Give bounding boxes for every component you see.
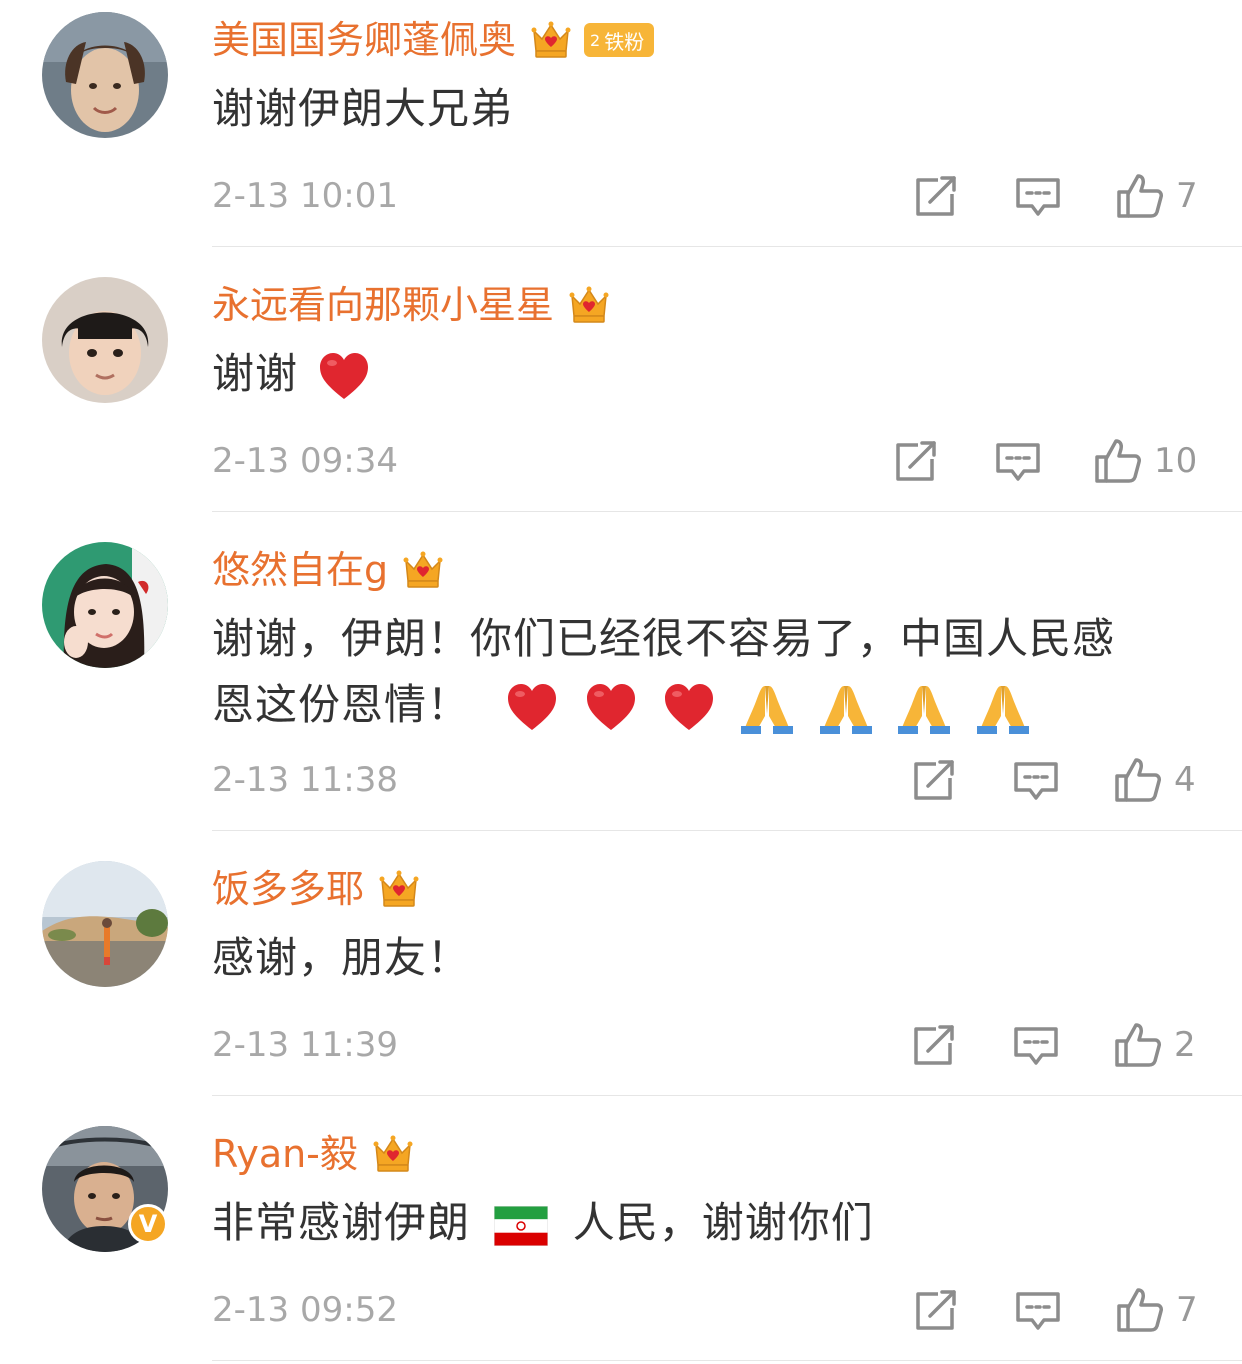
comment-footer: 2-13 11:38 4	[212, 750, 1212, 810]
username[interactable]: 饭多多耶	[212, 863, 364, 915]
comment-text-content: 谢谢	[212, 349, 299, 398]
timestamp: 2-13 10:01	[212, 176, 398, 216]
avatar[interactable]	[42, 542, 168, 668]
thumbs-up-icon	[1094, 437, 1142, 485]
name-row: 美国国务卿蓬佩奥 2 铁粉	[212, 14, 655, 66]
comment-footer: 2-13 11:39 2	[212, 1015, 1212, 1075]
comment-icon[interactable]	[1014, 1286, 1062, 1334]
divider	[212, 1095, 1242, 1096]
member-level: 2	[590, 30, 601, 50]
like-button[interactable]: 4	[1114, 750, 1196, 810]
username[interactable]: 悠然自在g	[212, 544, 388, 596]
thumbs-up-icon	[1114, 1021, 1162, 1069]
like-count: 7	[1176, 176, 1198, 216]
divider	[212, 246, 1242, 247]
like-count: 4	[1174, 760, 1196, 800]
comment-text: 感谢，朋友！	[212, 933, 471, 982]
username[interactable]: 美国国务卿蓬佩奥	[212, 14, 516, 66]
red-heart-emoji-icon	[316, 349, 372, 405]
crown-icon[interactable]	[528, 17, 574, 63]
repost-icon[interactable]	[912, 172, 960, 220]
fan-badge-label: 铁粉	[604, 29, 645, 54]
comment-text: 谢谢	[212, 341, 1202, 407]
comment-footer: 2-13 09:34 10	[212, 431, 1212, 491]
timestamp: 2-13 09:52	[212, 1290, 398, 1330]
like-count: 7	[1176, 1290, 1198, 1330]
red-heart-emoji-icon	[583, 680, 639, 736]
comment-text: 谢谢，伊朗！你们已经很不容易了，中国人民感 恩这份恩情！	[212, 606, 1202, 738]
like-button[interactable]: 10	[1094, 431, 1197, 491]
comment-text: 谢谢伊朗大兄弟	[212, 84, 514, 133]
name-row: 悠然自在g 2	[212, 544, 446, 596]
comment-text-line: 谢谢，伊朗！你们已经很不容易了，中国人民感	[212, 614, 1116, 663]
avatar[interactable]	[42, 861, 168, 987]
like-count: 2	[1174, 1025, 1196, 1065]
verified-badge: V	[128, 1204, 168, 1244]
comment-text-content: 人民，谢谢你们	[572, 1198, 874, 1247]
comment-text: 非常感谢伊朗 人民，谢谢你们	[212, 1190, 1202, 1256]
like-button[interactable]: 7	[1116, 166, 1198, 226]
divider	[212, 511, 1242, 512]
comment-icon[interactable]	[1014, 172, 1062, 220]
repost-icon[interactable]	[910, 1021, 958, 1069]
divider	[212, 830, 1242, 831]
timestamp: 2-13 09:34	[212, 441, 398, 481]
like-button[interactable]: 2	[1114, 1015, 1196, 1075]
red-heart-emoji-icon	[661, 680, 717, 736]
timestamp: 2-13 11:38	[212, 760, 398, 800]
folded-hands-emoji-icon	[896, 680, 952, 736]
folded-hands-emoji-icon	[739, 680, 795, 736]
username[interactable]: Ryan-毅	[212, 1128, 358, 1180]
folded-hands-emoji-icon	[818, 680, 874, 736]
repost-icon[interactable]	[892, 437, 940, 485]
comment-icon[interactable]	[1012, 756, 1060, 804]
name-row: 永远看向那颗小星星 3	[212, 279, 612, 331]
thumbs-up-icon	[1116, 1286, 1164, 1334]
thumbs-up-icon	[1116, 172, 1164, 220]
avatar[interactable]	[42, 12, 168, 138]
name-row: 饭多多耶 1	[212, 863, 422, 915]
folded-hands-emoji-icon	[975, 680, 1031, 736]
username[interactable]: 永远看向那颗小星星	[212, 279, 554, 331]
name-row: Ryan-毅 7	[212, 1128, 416, 1180]
comment-text-content: 恩这份恩情！	[212, 680, 471, 729]
like-count: 10	[1154, 441, 1198, 481]
comment-text-line: 恩这份恩情！	[212, 672, 1202, 738]
crown-icon[interactable]	[566, 282, 612, 328]
comment-icon[interactable]	[994, 437, 1042, 485]
red-heart-emoji-icon	[504, 680, 560, 736]
like-button[interactable]: 7	[1116, 1280, 1198, 1340]
iran-flag-icon	[494, 1205, 549, 1246]
comment-footer: 2-13 09:52 7	[212, 1280, 1212, 1340]
comment-footer: 2-13 10:01 7	[212, 166, 1212, 226]
comment-text-content: 非常感谢伊朗	[212, 1198, 471, 1247]
repost-icon[interactable]	[910, 756, 958, 804]
timestamp: 2-13 11:39	[212, 1025, 398, 1065]
repost-icon[interactable]	[912, 1286, 960, 1334]
comment-icon[interactable]	[1012, 1021, 1060, 1069]
crown-icon[interactable]	[376, 866, 422, 912]
avatar[interactable]	[42, 277, 168, 403]
fan-badge[interactable]: 2 铁粉	[584, 23, 655, 57]
thumbs-up-icon	[1114, 756, 1162, 804]
crown-icon[interactable]	[370, 1131, 416, 1177]
crown-icon[interactable]	[400, 547, 446, 593]
divider	[212, 1360, 1242, 1361]
